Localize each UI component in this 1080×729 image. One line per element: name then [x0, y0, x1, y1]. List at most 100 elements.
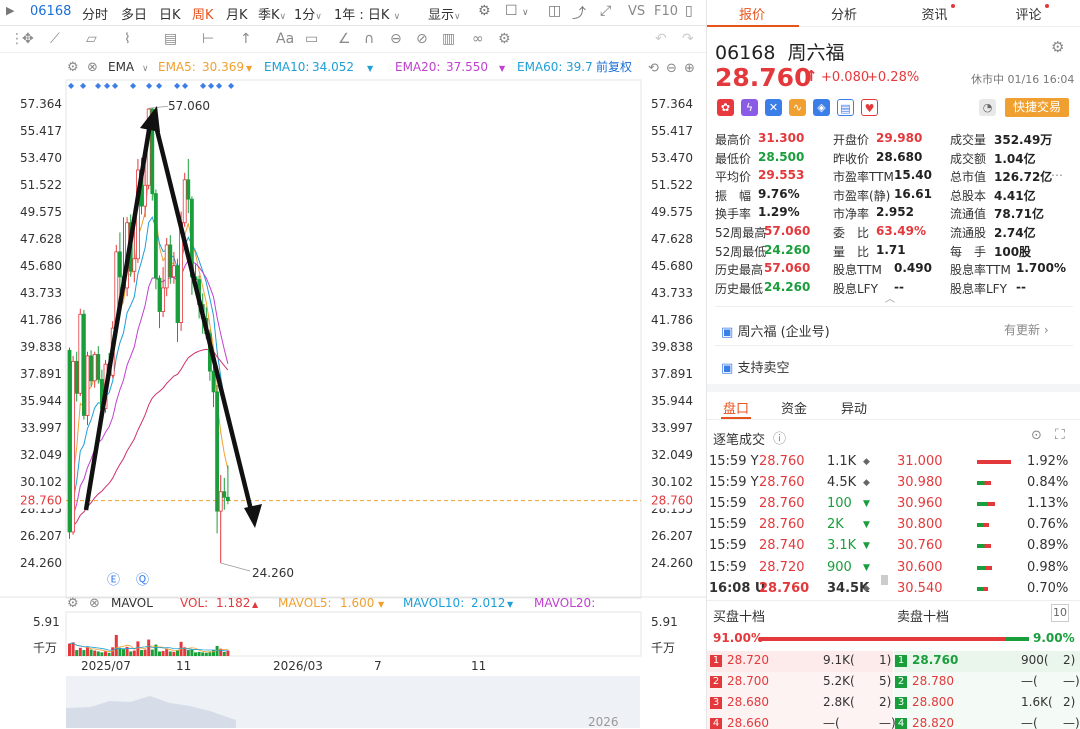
y-tick-label-right: 24.260 [651, 556, 693, 570]
tab-capital[interactable]: 资金 [781, 398, 807, 417]
tab-movement[interactable]: 异动 [841, 398, 867, 417]
down-arrow-icon: ▼ [863, 520, 870, 531]
tab-intraday[interactable]: 分时 [82, 4, 108, 23]
chevron-right-icon[interactable]: ▶ [6, 4, 14, 17]
range-select-label: 1年 : 日K [334, 8, 390, 23]
tag-icon[interactable]: ◈ [813, 99, 830, 116]
adjust-mode[interactable]: 前复权 [596, 59, 632, 74]
lightning-icon[interactable]: ϟ [741, 99, 758, 116]
cross-icon[interactable]: ✕ [765, 99, 782, 116]
stat-value: 9.76% [758, 186, 800, 201]
tab-quarterly-k[interactable]: 季K∨ [258, 4, 286, 23]
tab-monthly-k[interactable]: 月K [226, 4, 248, 23]
indicator-settings-icon[interactable]: ⚙ [67, 60, 79, 75]
broker-share-bar [977, 481, 991, 486]
candle-body [71, 360, 75, 533]
back-icon[interactable]: ⟲ [648, 61, 659, 76]
heart-icon[interactable]: ♥ [861, 99, 878, 116]
bid-count: 1) [879, 653, 892, 667]
redo-icon[interactable]: ↷ [682, 31, 694, 47]
y-tick-label-right: 55.417 [651, 124, 693, 138]
ask-price: 28.800 [912, 695, 954, 709]
tab-weekly-k[interactable]: 周K [192, 4, 214, 23]
magnet-icon[interactable]: ∩ [364, 31, 374, 47]
collapse-icon[interactable]: ︿ [885, 290, 895, 305]
settings-icon[interactable]: ⚙ [1051, 38, 1064, 56]
vs-compare-button[interactable]: VS [628, 4, 645, 19]
checkbox-icon[interactable]: ☐ [505, 3, 518, 19]
settings-icon[interactable]: ⚙ [478, 3, 491, 19]
tab-orderbook[interactable]: 盘口 [723, 398, 749, 417]
fib-tool-icon[interactable]: ▤ [164, 31, 177, 47]
quote-panel: 报价 分析 资讯 评论 06168 周六福 ⚙ 28.760 ↑ +0.080 … [706, 0, 1080, 729]
more-icon[interactable]: ⊙ [1031, 428, 1042, 443]
arrow-tool-icon[interactable]: ↑ [240, 31, 252, 47]
chevron-down-icon[interactable]: ∨ [522, 8, 529, 18]
y-tick-label-left: 35.944 [20, 394, 62, 408]
tab-analysis[interactable]: 分析 [799, 4, 889, 23]
document-icon[interactable]: ▤ [837, 99, 854, 116]
drawing-settings-icon[interactable]: ⚙ [498, 31, 511, 47]
volume-bar [75, 650, 79, 656]
fast-trade-button[interactable]: 快捷交易 [1005, 98, 1069, 117]
indicator-close-icon[interactable]: ⊗ [87, 60, 98, 75]
channel-tool-icon[interactable]: ▱ [86, 31, 97, 47]
more-icon[interactable]: ▯ [685, 3, 693, 19]
x-label-7: 7 [374, 659, 382, 673]
tab-quote[interactable]: 报价 [707, 4, 797, 23]
wave-icon[interactable]: ∿ [789, 99, 806, 116]
hide-icon[interactable]: ⊘ [416, 31, 428, 47]
chevron-down-icon[interactable]: ∨ [142, 64, 149, 74]
share-icon[interactable]: ⤴ [572, 3, 586, 23]
info-icon[interactable]: ⓘ [773, 428, 786, 447]
expand-icon[interactable]: ⛶ [1055, 427, 1065, 443]
zoom-in-icon[interactable]: ⊕ [684, 61, 695, 76]
tab-minute[interactable]: 1分∨ [294, 4, 322, 23]
vol-indicator-name[interactable]: MAVOL [111, 596, 153, 610]
tab-comments[interactable]: 评论 [987, 4, 1077, 23]
bell-icon[interactable]: ◔ [979, 99, 996, 116]
move-icon[interactable]: ✥ [22, 31, 34, 47]
f10-button[interactable]: F10 [654, 4, 678, 19]
company-account-row[interactable]: ▣ 周六福 (企业号) [721, 321, 830, 340]
link-icon[interactable]: ∞ [472, 31, 484, 47]
fullscreen-icon[interactable]: ⤢ [600, 3, 611, 19]
candle-body [143, 184, 148, 207]
more-stats-icon[interactable]: ⋯ [1051, 168, 1063, 182]
stat-label: 总市值 [950, 170, 987, 185]
company-update[interactable]: 有更新 › [1004, 321, 1049, 338]
lock-icon[interactable]: ⊖ [390, 31, 402, 47]
candle-body [67, 349, 72, 533]
measure-tool-icon[interactable]: ⊢ [202, 31, 214, 47]
stock-header: 06168 周六福 [715, 38, 845, 65]
display-menu[interactable]: 显示∨ [428, 4, 461, 23]
hk-flag-icon[interactable]: ✿ [717, 99, 734, 116]
stat-label: 开盘价 [833, 133, 870, 147]
text-tool-icon[interactable]: Aa [276, 31, 294, 47]
vol-settings-icon[interactable]: ⚙ [67, 596, 79, 611]
wave-tool-icon[interactable]: ⌇ [124, 31, 131, 47]
undo-icon[interactable]: ↶ [655, 31, 667, 47]
volume-bar [197, 651, 201, 656]
stat-label: 股息LFY [833, 281, 878, 296]
scrollbar[interactable] [881, 575, 888, 585]
delete-icon[interactable]: ▥ [442, 31, 455, 47]
pen-tool-icon[interactable]: ∠ [338, 31, 351, 47]
tab-news[interactable]: 资讯 [893, 4, 983, 23]
line-tool-icon[interactable]: ⟋ [50, 31, 60, 47]
ema20-label: EMA20: [395, 60, 440, 74]
tab-multiday[interactable]: 多日 [121, 4, 147, 23]
indicator-name[interactable]: EMA [108, 60, 135, 74]
vol-close-icon[interactable]: ⊗ [89, 596, 100, 611]
note-tool-icon[interactable]: ▭ [305, 31, 318, 47]
tab-daily-k[interactable]: 日K [159, 4, 181, 23]
kline-chart[interactable]: 57.364 57.364 55.417 55.417 53.470 53.470 51.5… [0, 56, 706, 729]
zoom-out-icon[interactable]: ⊖ [666, 61, 677, 76]
range-select[interactable]: 1年 : 日K ∨ [334, 4, 400, 23]
stat-label: 换手率 [715, 207, 752, 222]
ask-level-badge: 1 [895, 655, 907, 667]
stat-value: 16.61 [894, 186, 932, 201]
qa-event-icon: Ⓠ [136, 573, 149, 588]
camera-icon[interactable]: ◫ [548, 3, 561, 19]
depth-count-button[interactable]: 10 [1051, 604, 1069, 622]
